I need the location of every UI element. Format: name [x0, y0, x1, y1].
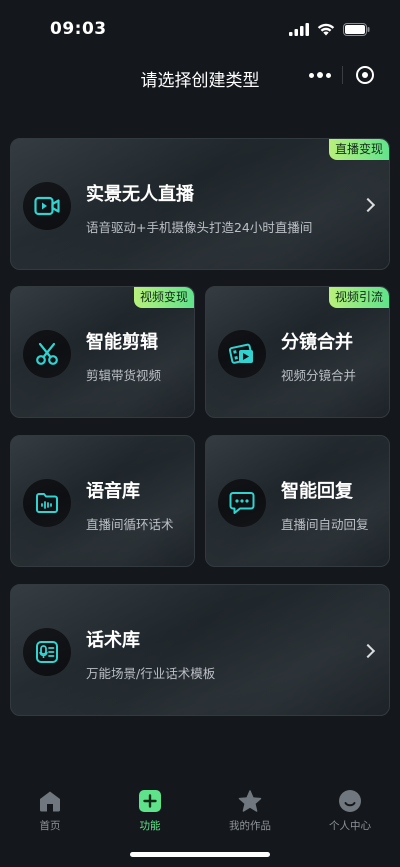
status-icons [289, 21, 370, 40]
more-dot-icon [309, 72, 314, 78]
tab-my-works[interactable]: 我的作品 [200, 780, 300, 833]
card-badge: 视频引流 [328, 287, 389, 308]
home-indicator [130, 852, 270, 857]
nav-bar: 请选择创建类型 [0, 54, 400, 100]
mini-program-capsule [298, 59, 386, 91]
card-smart-edit[interactable]: 视频变现 智能剪辑 剪辑带货视频 [10, 286, 195, 418]
card-badge: 视频变现 [133, 287, 194, 308]
chevron-right-icon [360, 197, 376, 213]
wifi-icon [317, 21, 335, 40]
audio-folder-icon [23, 479, 71, 527]
chevron-right-icon [360, 643, 376, 659]
user-face-icon [337, 788, 363, 814]
tab-home[interactable]: 首页 [0, 780, 100, 833]
signal-icon [289, 21, 309, 40]
tab-label: 功能 [139, 820, 161, 832]
card-title: 智能剪辑 [86, 332, 158, 353]
more-menu-button[interactable] [298, 59, 342, 91]
video-camera-icon [23, 182, 71, 230]
card-script-library[interactable]: 话术库 万能场景/行业话术模板 [10, 584, 390, 716]
battery-icon [343, 21, 370, 40]
card-title: 语音库 [86, 481, 140, 502]
status-time: 09:03 [50, 19, 107, 39]
card-live-stream[interactable]: 直播变现 实景无人直播 语音驱动+手机摄像头打造24小时直播间 [10, 138, 390, 270]
tab-label: 首页 [39, 820, 61, 832]
card-voice-library[interactable]: 语音库 直播间循环话术 [10, 435, 195, 567]
card-subtitle: 语音驱动+手机摄像头打造24小时直播间 [86, 220, 313, 235]
home-icon [37, 788, 63, 814]
more-dot-icon [326, 72, 331, 78]
film-icon [218, 330, 266, 378]
more-dot-icon [317, 72, 323, 78]
card-title: 智能回复 [281, 481, 353, 502]
status-bar: 09:03 [0, 0, 400, 50]
tab-label: 个人中心 [329, 820, 371, 832]
plus-icon [137, 788, 163, 814]
chat-bubble-icon [218, 479, 266, 527]
card-subtitle: 万能场景/行业话术模板 [86, 666, 216, 681]
tab-bar: 首页 功能 我的作品 个人中心 [0, 780, 400, 840]
card-subtitle: 视频分镜合并 [281, 368, 357, 383]
scissors-icon [23, 330, 71, 378]
card-smart-reply[interactable]: 智能回复 直播间自动回复 [205, 435, 390, 567]
card-subtitle: 直播间自动回复 [281, 517, 369, 532]
card-storyboard-merge[interactable]: 视频引流 分镜合并 视频分镜合并 [205, 286, 390, 418]
card-title: 分镜合并 [281, 332, 353, 353]
close-mini-program-button[interactable] [343, 59, 386, 91]
card-subtitle: 剪辑带货视频 [86, 368, 162, 383]
star-icon [237, 788, 263, 814]
card-title: 话术库 [86, 630, 140, 651]
tab-functions[interactable]: 功能 [100, 780, 200, 833]
card-subtitle: 直播间循环话术 [86, 517, 174, 532]
script-mic-icon [23, 628, 71, 676]
card-badge: 直播变现 [328, 139, 389, 160]
tab-profile[interactable]: 个人中心 [300, 780, 400, 833]
tab-label: 我的作品 [229, 820, 271, 832]
target-icon [355, 66, 374, 84]
card-title: 实景无人直播 [86, 184, 194, 205]
